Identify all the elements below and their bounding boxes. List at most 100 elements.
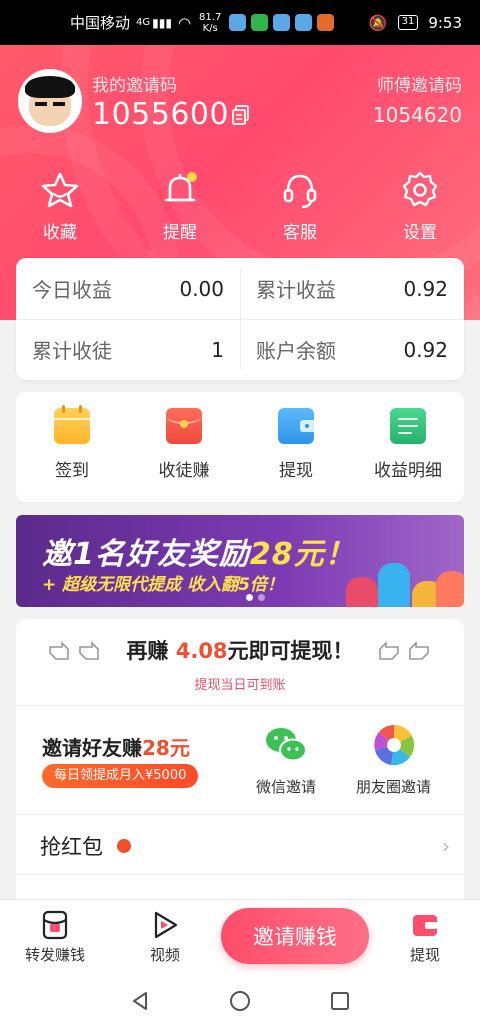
wechat-invite-button[interactable]: 微信邀请 xyxy=(256,722,316,797)
calendar-icon xyxy=(54,405,90,444)
quick-action-label: 收藏 xyxy=(43,223,77,243)
copy-icon[interactable] xyxy=(232,105,250,125)
wallet-icon xyxy=(413,915,437,936)
quick-action-reminders[interactable]: 提醒 xyxy=(120,170,240,243)
feature-label: 收益明细 xyxy=(374,461,442,481)
system-nav-bar xyxy=(0,974,480,1027)
moments-invite-label: 朋友圈邀请 xyxy=(356,778,432,796)
earnings-stats-card: 今日收益 0.00 累计收益 0.92 累计收徒 1 账户余额 0.92 xyxy=(16,258,464,380)
banner-headline: 邀1名好友奖励28元！ xyxy=(42,529,356,573)
stat-label: 账户余额 xyxy=(256,339,336,363)
quick-action-label: 设置 xyxy=(403,223,437,243)
stat-total-apprentices[interactable]: 累计收徒 1 xyxy=(16,319,240,380)
tab-share-earn[interactable]: 转发赚钱 xyxy=(10,910,100,965)
signal-bars-icon: ▮▮▮ xyxy=(152,15,172,30)
app-notification-icon xyxy=(273,14,291,31)
divider xyxy=(16,874,464,875)
banner-figure xyxy=(436,571,464,607)
wechat-notification-icon xyxy=(251,14,269,31)
red-dot-badge xyxy=(117,839,131,853)
stat-total-earnings[interactable]: 累计收益 0.92 xyxy=(240,258,464,319)
feature-label: 签到 xyxy=(55,461,89,481)
stat-account-balance[interactable]: 账户余额 0.92 xyxy=(240,319,464,380)
signal-icon: 4G xyxy=(136,17,151,28)
feature-check-in[interactable]: 签到 xyxy=(16,392,128,502)
banner-pager xyxy=(246,594,265,601)
tab-label: 转发赚钱 xyxy=(24,946,85,964)
quick-action-label: 客服 xyxy=(283,223,317,243)
feature-withdraw[interactable]: 提现 xyxy=(240,392,352,502)
quick-action-label: 提醒 xyxy=(163,223,197,243)
wallet-icon xyxy=(278,408,314,444)
quick-action-favorites[interactable]: 收藏 xyxy=(0,170,120,243)
feature-earnings-details[interactable]: 收益明细 xyxy=(352,392,464,502)
withdraw-goal-title: 再赚 4.08元即可提现！ xyxy=(16,635,464,665)
play-icon xyxy=(154,911,178,939)
earn-card: 再赚 4.08元即可提现！ 提现当日可到账 邀请好友赚28元 每日领提成月入¥5… xyxy=(16,619,464,919)
app-notification-icon xyxy=(229,14,247,31)
net-speed: 81.7 K/s xyxy=(199,12,221,34)
pager-dot xyxy=(246,594,253,601)
quick-actions: 收藏 提醒 客服 设置 xyxy=(0,170,480,243)
moments-invite-button[interactable]: 朋友圈邀请 xyxy=(356,722,431,797)
invite-friends-title: 邀请好友赚28元 xyxy=(42,732,190,761)
commission-pill: 每日领提成月入¥5000 xyxy=(42,764,199,788)
grab-red-packet-label: 抢红包 xyxy=(40,835,103,859)
bottom-tab-bar: 转发赚钱 视频 邀请赚钱 提现 xyxy=(0,899,480,974)
stat-today-earnings[interactable]: 今日收益 0.00 xyxy=(16,258,240,319)
headset-icon xyxy=(283,174,317,209)
promo-banner[interactable]: 邀1名好友奖励28元！ + 超级无限代提成 收入翻5倍！ xyxy=(16,515,464,607)
recents-icon[interactable] xyxy=(329,990,351,1012)
master-invite-code-label: 师傅邀请码 xyxy=(377,76,462,96)
tab-withdraw[interactable]: 提现 xyxy=(380,910,470,965)
invite-earn-button[interactable]: 邀请赚钱 xyxy=(221,908,369,964)
withdraw-goal-prefix: 再赚 xyxy=(126,639,169,663)
back-icon[interactable] xyxy=(129,990,151,1012)
bell-icon xyxy=(164,172,197,202)
battery-icon: 31 xyxy=(397,15,419,30)
wechat-icon xyxy=(266,728,307,762)
star-icon xyxy=(41,172,79,208)
moments-aperture-icon xyxy=(373,724,414,766)
stat-label: 今日收益 xyxy=(32,278,112,302)
clock: 9:53 xyxy=(428,13,462,32)
stat-value: 0.92 xyxy=(403,337,448,362)
app-notification-icon xyxy=(317,14,335,31)
feature-label: 收徒赚 xyxy=(158,461,210,481)
tab-label: 视频 xyxy=(149,946,180,964)
tab-label: 提现 xyxy=(409,946,440,964)
my-invite-code: 1055600 xyxy=(92,97,230,132)
my-invite-code-label: 我的邀请码 xyxy=(92,76,177,96)
divider xyxy=(16,319,464,320)
avatar-hair xyxy=(25,76,75,98)
avatar-eye xyxy=(35,102,47,106)
quick-action-settings[interactable]: 设置 xyxy=(360,170,480,243)
mute-icon: 🔕 xyxy=(368,13,388,32)
red-envelope-icon xyxy=(166,408,202,444)
master-invite-code: 1054620 xyxy=(372,103,462,127)
feature-grid: 签到 收徒赚 提现 收益明细 xyxy=(16,392,464,502)
stat-value: 1 xyxy=(211,337,224,362)
net-speed-unit: K/s xyxy=(202,22,218,34)
withdraw-goal-subtitle: 提现当日可到账 xyxy=(194,678,286,693)
notification-icons xyxy=(229,14,335,31)
banner-headline-amount: 28元！ xyxy=(249,537,356,572)
chevron-right-icon: › xyxy=(442,834,450,858)
avatar[interactable] xyxy=(18,69,82,133)
grab-red-packet-row[interactable]: 抢红包 › xyxy=(40,831,450,861)
wechat-invite-label: 微信邀请 xyxy=(256,778,317,796)
pager-dot xyxy=(258,594,265,601)
banner-figure xyxy=(378,563,410,607)
stat-label: 累计收徒 xyxy=(32,339,112,363)
feature-recruit-earn[interactable]: 收徒赚 xyxy=(128,392,240,502)
invite-friends-amount: 28元 xyxy=(142,736,190,760)
home-icon[interactable] xyxy=(229,990,251,1012)
banner-headline-text: 邀1名好友奖励 xyxy=(42,537,250,572)
stat-label: 累计收益 xyxy=(256,278,336,302)
stat-value: 0.92 xyxy=(403,276,448,301)
tab-video[interactable]: 视频 xyxy=(120,910,210,965)
quick-action-support[interactable]: 客服 xyxy=(240,170,360,243)
carrier-name: 中国移动 xyxy=(70,14,131,32)
stat-value: 0.00 xyxy=(179,276,224,301)
scroll-icon xyxy=(390,408,426,444)
